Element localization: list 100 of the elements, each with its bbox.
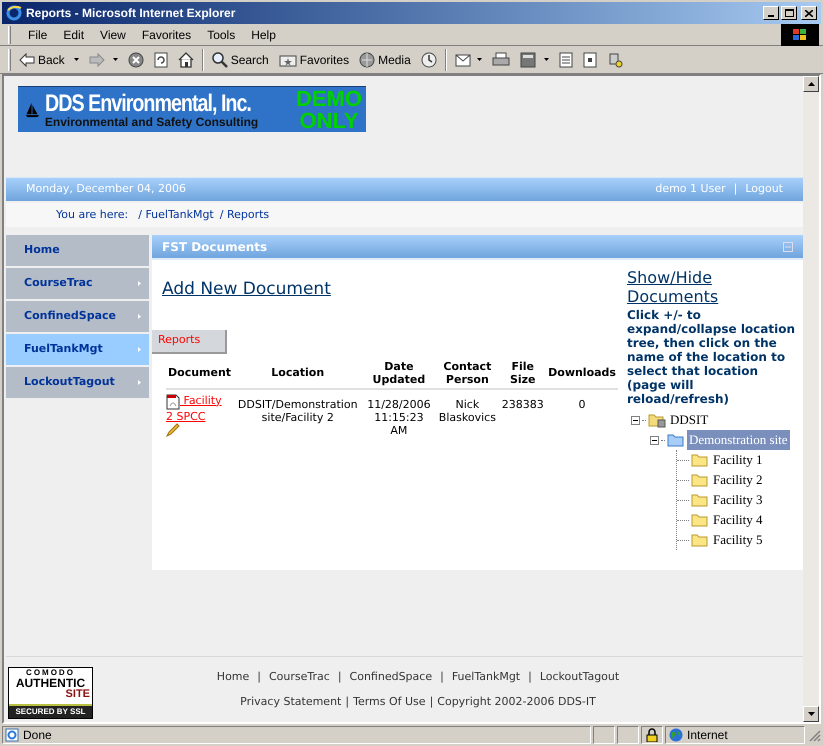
- window-title: Reports - Microsoft Internet Explorer: [26, 5, 236, 22]
- menu-item[interactable]: Tools: [200, 26, 242, 44]
- padlock-icon: [646, 728, 658, 742]
- separator-text: |: [430, 694, 434, 710]
- toolbar-button[interactable]: Media: [357, 48, 413, 70]
- media-icon: [359, 52, 376, 68]
- nav-item[interactable]: Home: [6, 235, 149, 266]
- footer-link[interactable]: FuelTankMgt: [452, 669, 520, 686]
- menu-item[interactable]: File: [21, 26, 54, 44]
- close-icon: [805, 10, 813, 16]
- seal-footer: SECURED BY SSL: [9, 704, 92, 718]
- seal-brand: COMODO: [26, 669, 75, 677]
- column-header: Contact Person: [435, 360, 500, 388]
- tree-item[interactable]: DDSIT: [668, 410, 710, 430]
- printer-icon: [492, 52, 510, 68]
- caret-icon: [544, 58, 549, 61]
- demo-label: DEMO ONLY: [296, 88, 362, 132]
- nav-item[interactable]: FuelTankMgt: [6, 334, 149, 365]
- menu-item[interactable]: Edit: [56, 26, 92, 44]
- toolbar-button[interactable]: Back: [17, 48, 81, 70]
- caret-icon: [476, 58, 482, 61]
- separator-text: |: [345, 694, 350, 710]
- table-cell: Nick Blaskovics: [438, 398, 496, 424]
- footer-link[interactable]: CourseTrac: [269, 669, 330, 686]
- date-label: Monday, December 04, 2006: [26, 181, 186, 198]
- refresh-icon: [154, 52, 168, 68]
- maximize-button[interactable]: [781, 6, 797, 20]
- tool-icon: [606, 52, 623, 68]
- table-cell: DDSIT/Demonstration site/Facility 2: [238, 398, 358, 424]
- footer-link[interactable]: LockoutTagout: [540, 669, 620, 686]
- nav-item[interactable]: LockoutTagout: [6, 367, 149, 398]
- status-pane: [617, 726, 639, 744]
- resize-grip-icon[interactable]: [807, 728, 821, 742]
- footer-link[interactable]: ConfinedSpace: [350, 669, 432, 686]
- nav-item[interactable]: CourseTrac: [6, 268, 149, 299]
- tree-item[interactable]: Facility 3: [711, 490, 764, 510]
- page-icon: [5, 728, 19, 742]
- browser-icon: [6, 5, 22, 21]
- column-header: Location: [233, 360, 362, 388]
- tree-item[interactable]: Facility 5: [711, 530, 764, 550]
- separator-text: |: [440, 669, 444, 685]
- windows-logo-icon: [781, 24, 819, 46]
- forward-arrow-icon: [88, 52, 105, 66]
- nav-item[interactable]: ConfinedSpace: [6, 301, 149, 332]
- pencil-icon[interactable]: [166, 422, 180, 436]
- menu-item[interactable]: View: [93, 26, 133, 44]
- logo-title: DDS Environmental, Inc.: [44, 92, 251, 116]
- breadcrumb-link[interactable]: / FuelTankMgt: [138, 206, 214, 224]
- collapse-toggle-icon[interactable]: [631, 416, 640, 424]
- footer-link[interactable]: Home: [216, 669, 250, 686]
- scroll-up-button[interactable]: [803, 76, 819, 92]
- folder-icon: [667, 432, 685, 448]
- column-header: Document: [166, 360, 234, 388]
- menu-item[interactable]: Help: [244, 26, 283, 44]
- folder-icon: [691, 492, 709, 508]
- zone-label: Internet: [687, 727, 728, 744]
- menu-item[interactable]: Favorites: [134, 26, 198, 44]
- stop-icon: [128, 52, 144, 68]
- toolbar-button[interactable]: Favorites: [276, 48, 352, 70]
- tree-item[interactable]: Facility 4: [711, 510, 764, 530]
- down-arrow-icon: [808, 712, 814, 716]
- mail-icon: [454, 52, 473, 68]
- tree-item[interactable]: Facility 1: [711, 450, 764, 470]
- folder-icon: [691, 512, 709, 528]
- separator-text: |: [338, 669, 342, 685]
- seal-subtitle: SITE: [66, 689, 91, 700]
- folder-icon: [691, 532, 709, 548]
- footer-link[interactable]: Privacy Statement: [240, 694, 342, 710]
- document-icon: [558, 52, 573, 68]
- folder-icon: [691, 472, 709, 488]
- tree-item[interactable]: Facility 2: [711, 470, 764, 490]
- page-icon: [582, 52, 597, 68]
- show-hide-link[interactable]: Show/Hide Documents: [627, 268, 803, 306]
- minimize-icon: [768, 15, 774, 17]
- back-arrow-icon: [19, 52, 35, 66]
- history-icon: [420, 52, 437, 68]
- status-text: Done: [23, 727, 52, 744]
- collapse-toggle-icon[interactable]: [650, 436, 659, 444]
- up-arrow-icon: [808, 82, 814, 86]
- footer-link[interactable]: Terms Of Use: [353, 694, 426, 710]
- minimize-button[interactable]: [763, 6, 779, 20]
- table-cell: 11/28/2006 11:15:23 AM: [367, 398, 431, 436]
- add-document-link[interactable]: Add New Document: [162, 279, 331, 299]
- scroll-down-button[interactable]: [803, 706, 819, 722]
- toolbar-button[interactable]: Search: [210, 48, 271, 70]
- copyright-text: Copyright 2002-2006 DDS-IT: [437, 694, 596, 710]
- search-icon: [212, 52, 228, 68]
- column-header: File Size: [499, 360, 546, 388]
- edit-icon: [520, 52, 536, 68]
- separator-text: |: [257, 669, 261, 685]
- user-name: demo 1 User: [655, 181, 726, 198]
- breadcrumb-link[interactable]: / Reports: [220, 206, 270, 224]
- column-header: Date Updated: [362, 360, 436, 388]
- caret-icon: [112, 58, 118, 61]
- scrollbar[interactable]: [803, 76, 819, 722]
- separator-text: |: [734, 181, 738, 198]
- document-link[interactable]: Facility 2 SPCC: [166, 394, 226, 422]
- separator-text: |: [528, 669, 532, 685]
- maximize-icon: [784, 9, 794, 17]
- close-button[interactable]: [801, 6, 817, 20]
